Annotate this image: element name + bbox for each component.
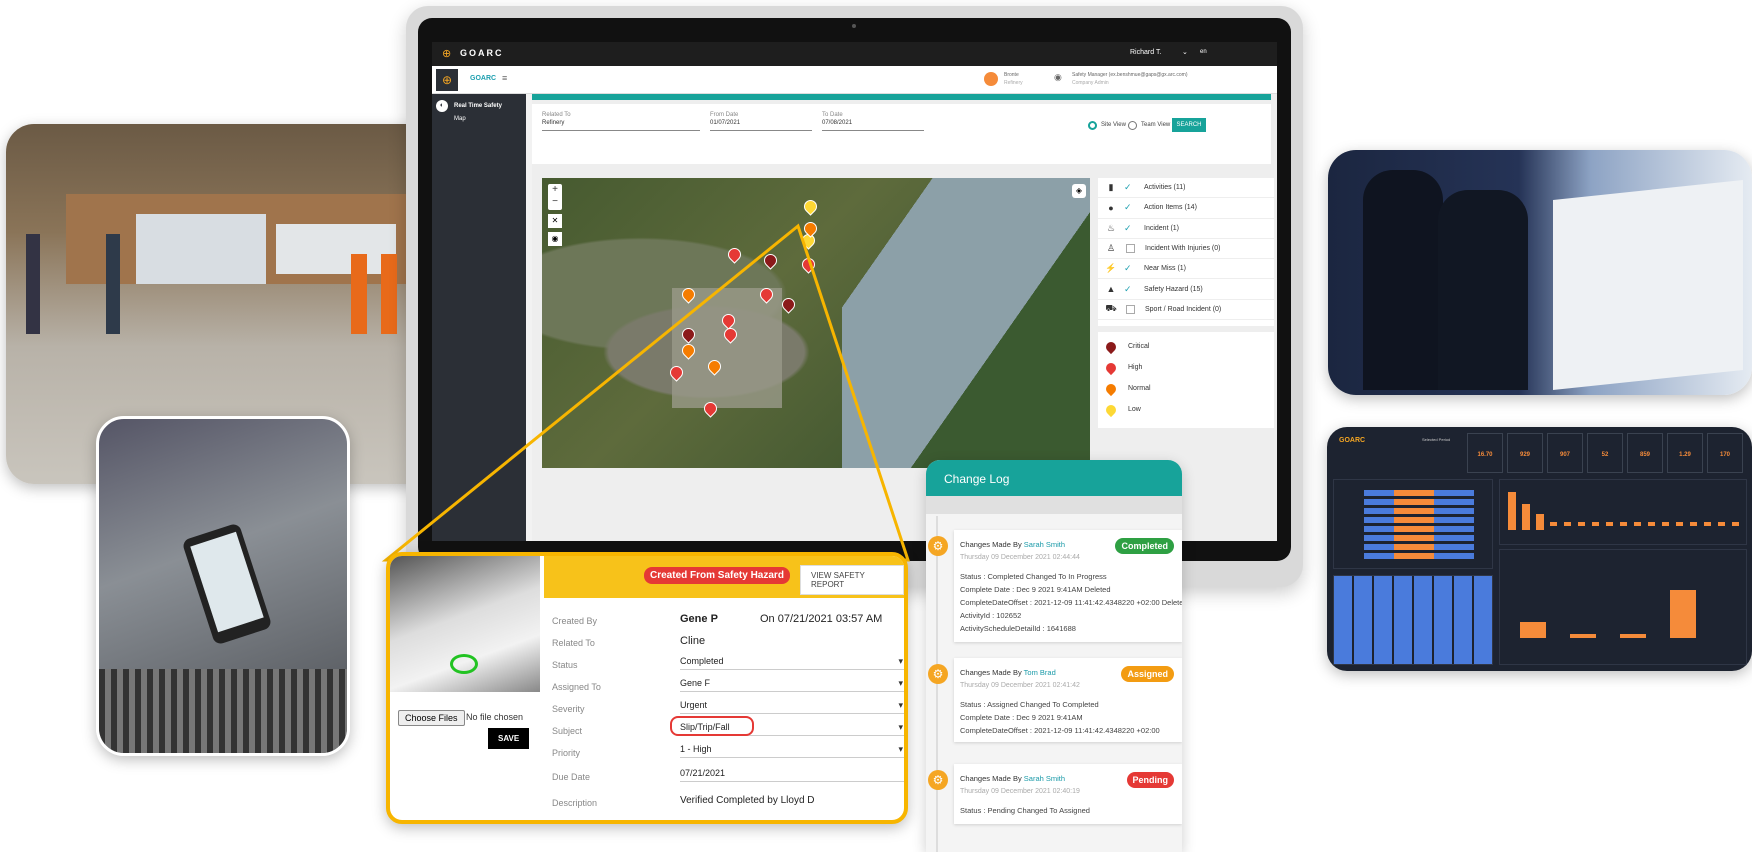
- description-label: Description: [552, 798, 598, 808]
- incident-detail-panel: Created From Safety Hazard VIEW SAFETY R…: [386, 552, 908, 824]
- changed-by-prefix: Changes Made By: [960, 774, 1024, 783]
- description-value[interactable]: Verified Completed by Lloyd D: [680, 795, 815, 806]
- status-badge: Assigned: [1121, 666, 1174, 682]
- assigned-to-label: Assigned To: [552, 682, 601, 692]
- changed-by-user[interactable]: Sarah Smith: [1024, 540, 1065, 549]
- priority-label: Priority: [552, 748, 581, 758]
- change-date: Thursday 09 December 2021 02:41:42: [960, 682, 1080, 689]
- severity-select[interactable]: Urgent: [680, 700, 904, 714]
- status-badge: Pending: [1126, 772, 1174, 788]
- change-log-panel: Change Log ⚙ Changes Made By Sarah Smith T…: [926, 460, 1182, 852]
- highlight-circle: [450, 654, 478, 674]
- change-detail: CompleteDateOffset : 2021-12-09 11:41:42…: [960, 598, 1182, 607]
- changed-by: Changes Made By Sarah Smith: [960, 774, 1065, 783]
- change-log-subbar: [926, 496, 1182, 514]
- changed-by-user[interactable]: Tom Brad: [1024, 668, 1056, 677]
- subject-highlight: [670, 716, 754, 736]
- change-log-entry: ⚙ Changes Made By Sarah Smith Thursday 09 …: [928, 764, 1182, 824]
- change-detail: CompleteDateOffset : 2021-12-09 11:41:42…: [960, 726, 1160, 735]
- due-date-label: Due Date: [552, 772, 591, 782]
- created-by-label: Created By: [552, 616, 598, 626]
- changed-by: Changes Made By Sarah Smith: [960, 540, 1065, 549]
- change-detail: ActivityId : 102652: [960, 611, 1022, 620]
- related-to-label: Related To: [552, 638, 595, 648]
- changed-by-user[interactable]: Sarah Smith: [1024, 774, 1065, 783]
- change-date: Thursday 09 December 2021 02:40:19: [960, 788, 1080, 795]
- incident-header: Created From Safety Hazard VIEW SAFETY R…: [544, 556, 904, 598]
- change-log-header: Change Log: [926, 460, 1182, 496]
- change-detail: Complete Date : Dec 9 2021 9:41AM: [960, 713, 1083, 722]
- change-detail: Complete Date : Dec 9 2021 9:41AM Delete…: [960, 585, 1111, 594]
- assigned-to-select[interactable]: Gene F: [680, 678, 904, 692]
- timeline-line: [936, 516, 938, 852]
- view-safety-report-button[interactable]: VIEW SAFETY REPORT: [800, 565, 904, 595]
- related-to-value: Cline: [680, 635, 706, 647]
- created-on-value: On 07/21/2021 03:57 AM: [760, 613, 883, 625]
- change-detail: Status : Pending Changed To Assigned: [960, 806, 1090, 815]
- gear-icon: ⚙: [928, 664, 948, 684]
- due-date-input[interactable]: 07/21/2021: [680, 768, 904, 782]
- changed-by-prefix: Changes Made By: [960, 540, 1024, 549]
- status-select[interactable]: Completed: [680, 656, 904, 670]
- created-by-value: Gene P: [680, 613, 718, 625]
- changed-by: Changes Made By Tom Brad: [960, 668, 1056, 677]
- change-detail: Status : Assigned Changed To Completed: [960, 700, 1099, 709]
- callout-triangle: [381, 223, 911, 562]
- save-button[interactable]: SAVE: [488, 728, 530, 749]
- change-detail: Status : Completed Changed To In Progres…: [960, 572, 1107, 581]
- change-log-entry: ⚙ Changes Made By Sarah Smith Thursday 09 …: [928, 530, 1182, 642]
- gear-icon: ⚙: [928, 536, 948, 556]
- status-label: Status: [552, 660, 578, 670]
- severity-label: Severity: [552, 704, 585, 714]
- changed-by-prefix: Changes Made By: [960, 668, 1024, 677]
- change-date: Thursday 09 December 2021 02:44:44: [960, 554, 1080, 561]
- hazard-badge: Created From Safety Hazard: [644, 567, 790, 584]
- subject-label: Subject: [552, 726, 583, 736]
- gear-icon: ⚙: [928, 770, 948, 790]
- change-log-entry: ⚙ Changes Made By Tom Brad Thursday 09 Dec…: [928, 658, 1182, 742]
- incident-photo: [390, 556, 540, 692]
- choose-files-button[interactable]: Choose Files: [398, 710, 465, 726]
- priority-select[interactable]: 1 - High: [680, 744, 904, 758]
- no-file-text: No file chosen: [466, 712, 524, 722]
- status-badge: Completed: [1115, 538, 1174, 554]
- change-detail: ActivityScheduleDetailId : 1641688: [960, 624, 1076, 633]
